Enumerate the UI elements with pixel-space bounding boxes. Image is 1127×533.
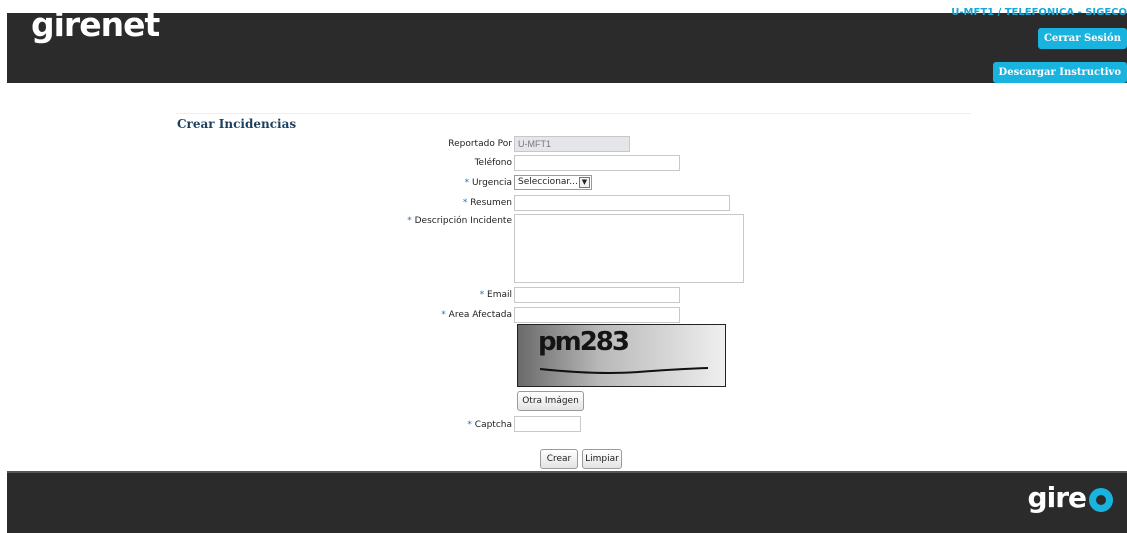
email-input[interactable] [514,287,680,303]
gire-o-icon [1089,487,1113,512]
limpiar-button[interactable]: Limpiar [582,449,622,469]
urgencia-selected-value: Seleccionar... [518,177,578,187]
required-mark: * [407,216,412,226]
captcha-label-text: Captcha [474,420,512,430]
resumen-label: * Resumen [463,198,512,208]
resumen-label-text: Resumen [470,198,512,208]
captcha-noise-line [539,367,709,374]
descripcion-label-text: Descripción Incidente [414,216,512,226]
required-mark: * [467,420,472,430]
required-mark: * [479,290,485,300]
resumen-input[interactable] [514,195,730,211]
download-instructions-button[interactable]: Descargar Instructivo [992,62,1127,83]
otra-imagen-button[interactable]: Otra Imágen [517,391,584,411]
gire-logo: gire [1028,481,1113,514]
telefono-input[interactable] [514,155,680,171]
urgencia-label-text: Urgencia [471,178,512,188]
descripcion-label: * Descripción Incidente [407,216,512,226]
logout-button[interactable]: Cerrar Sesión [1037,28,1127,49]
area-input[interactable] [514,307,680,323]
chevron-down-icon[interactable]: ▼ [579,177,590,188]
captcha-input[interactable] [514,416,581,432]
email-label-text: Email [487,290,512,300]
required-mark: * [441,310,446,320]
page-title: Crear Incidencias [177,117,297,131]
separator-line [176,113,971,114]
telefono-label-text: Teléfono [474,158,512,168]
required-mark: * [464,178,470,188]
email-label: * Email [480,290,512,300]
area-label-text: Area Afectada [448,310,512,320]
required-mark: * [462,198,468,208]
footer-bar: gire [7,471,1127,533]
descripcion-textarea[interactable] [514,214,744,283]
user-info: U-MFT1 / TELEFONICA - SIGECO [951,7,1127,18]
crear-button[interactable]: Crear [540,449,578,469]
header-bar: girenet U-MFT1 / TELEFONICA - SIGECO Cer… [7,5,1127,83]
urgencia-select[interactable]: Seleccionar... ▼ [514,175,592,190]
reportado-label-text: Reportado Por [448,139,512,149]
urgencia-label: * Urgencia [465,178,512,188]
telefono-label: Teléfono [475,158,512,168]
girenet-logo: girenet [31,5,160,44]
captcha-image: pm283 [517,324,726,387]
captcha-label: * Captcha [467,420,512,430]
area-label: * Area Afectada [441,310,512,320]
reportado-label: Reportado Por [448,139,512,149]
gire-logo-text: gire [1027,481,1087,514]
reportado-field [514,136,630,152]
